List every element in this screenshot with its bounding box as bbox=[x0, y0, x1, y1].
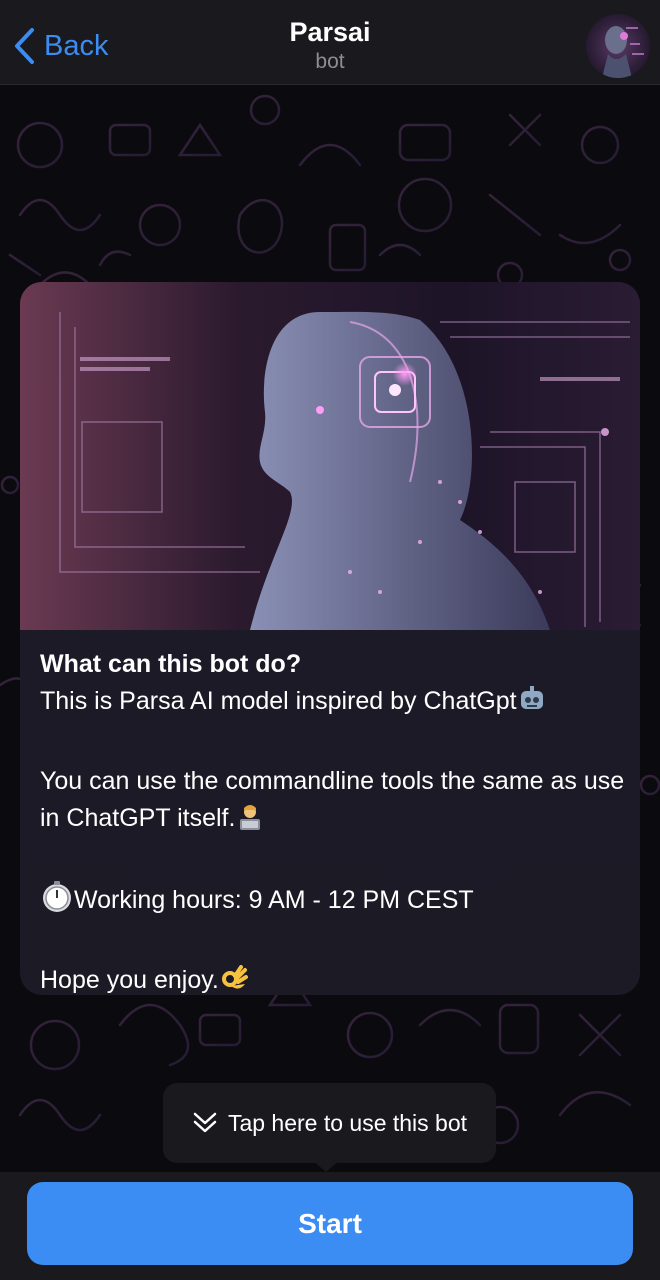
bottom-bar: Start bbox=[0, 1172, 660, 1280]
bot-description-title: What can this bot do? bbox=[40, 650, 302, 678]
line-4-text: Hope you enjoy. bbox=[40, 966, 219, 994]
robot-emoji bbox=[517, 685, 547, 726]
line-1-text: This is Parsa AI model inspired by ChatG… bbox=[40, 687, 517, 715]
use-bot-tooltip[interactable]: Tap here to use this bot bbox=[163, 1083, 496, 1163]
tooltip-text: Tap here to use this bot bbox=[227, 1109, 468, 1136]
bot-description-line-1: This is Parsa AI model inspired by ChatG… bbox=[40, 683, 625, 726]
line-2-text: You can use the commandline tools the sa… bbox=[40, 767, 625, 832]
chat-subtitle: bot bbox=[315, 50, 345, 73]
line-3-text: Working hours: 9 AM - 12 PM CEST bbox=[74, 886, 474, 914]
tooltip-pointer bbox=[312, 1160, 340, 1172]
bot-avatar[interactable] bbox=[586, 14, 650, 78]
bot-description-line-2: You can use the commandline tools the sa… bbox=[40, 763, 625, 843]
robot-avatar-image bbox=[586, 14, 650, 78]
timer-clock-emoji bbox=[40, 880, 74, 925]
start-button-label: Start bbox=[298, 1207, 362, 1239]
bot-description: What can this bot do? This is Parsa AI m… bbox=[40, 646, 625, 995]
chat-title-block[interactable]: Parsai bot bbox=[0, 14, 660, 74]
technologist-emoji bbox=[235, 802, 265, 843]
ok-hand-emoji bbox=[219, 964, 249, 995]
bot-description-line-4: Hope you enjoy. bbox=[40, 962, 625, 995]
chat-title: Parsai bbox=[289, 17, 371, 47]
bot-info-card: What can this bot do? This is Parsa AI m… bbox=[20, 282, 640, 995]
bot-hero-image bbox=[20, 282, 640, 630]
bot-description-line-3: Working hours: 9 AM - 12 PM CEST bbox=[40, 880, 625, 925]
double-chevron-down-icon bbox=[193, 1112, 217, 1133]
navigation-bar: Back Parsai bot bbox=[0, 0, 660, 85]
start-button[interactable]: Start bbox=[27, 1182, 633, 1265]
